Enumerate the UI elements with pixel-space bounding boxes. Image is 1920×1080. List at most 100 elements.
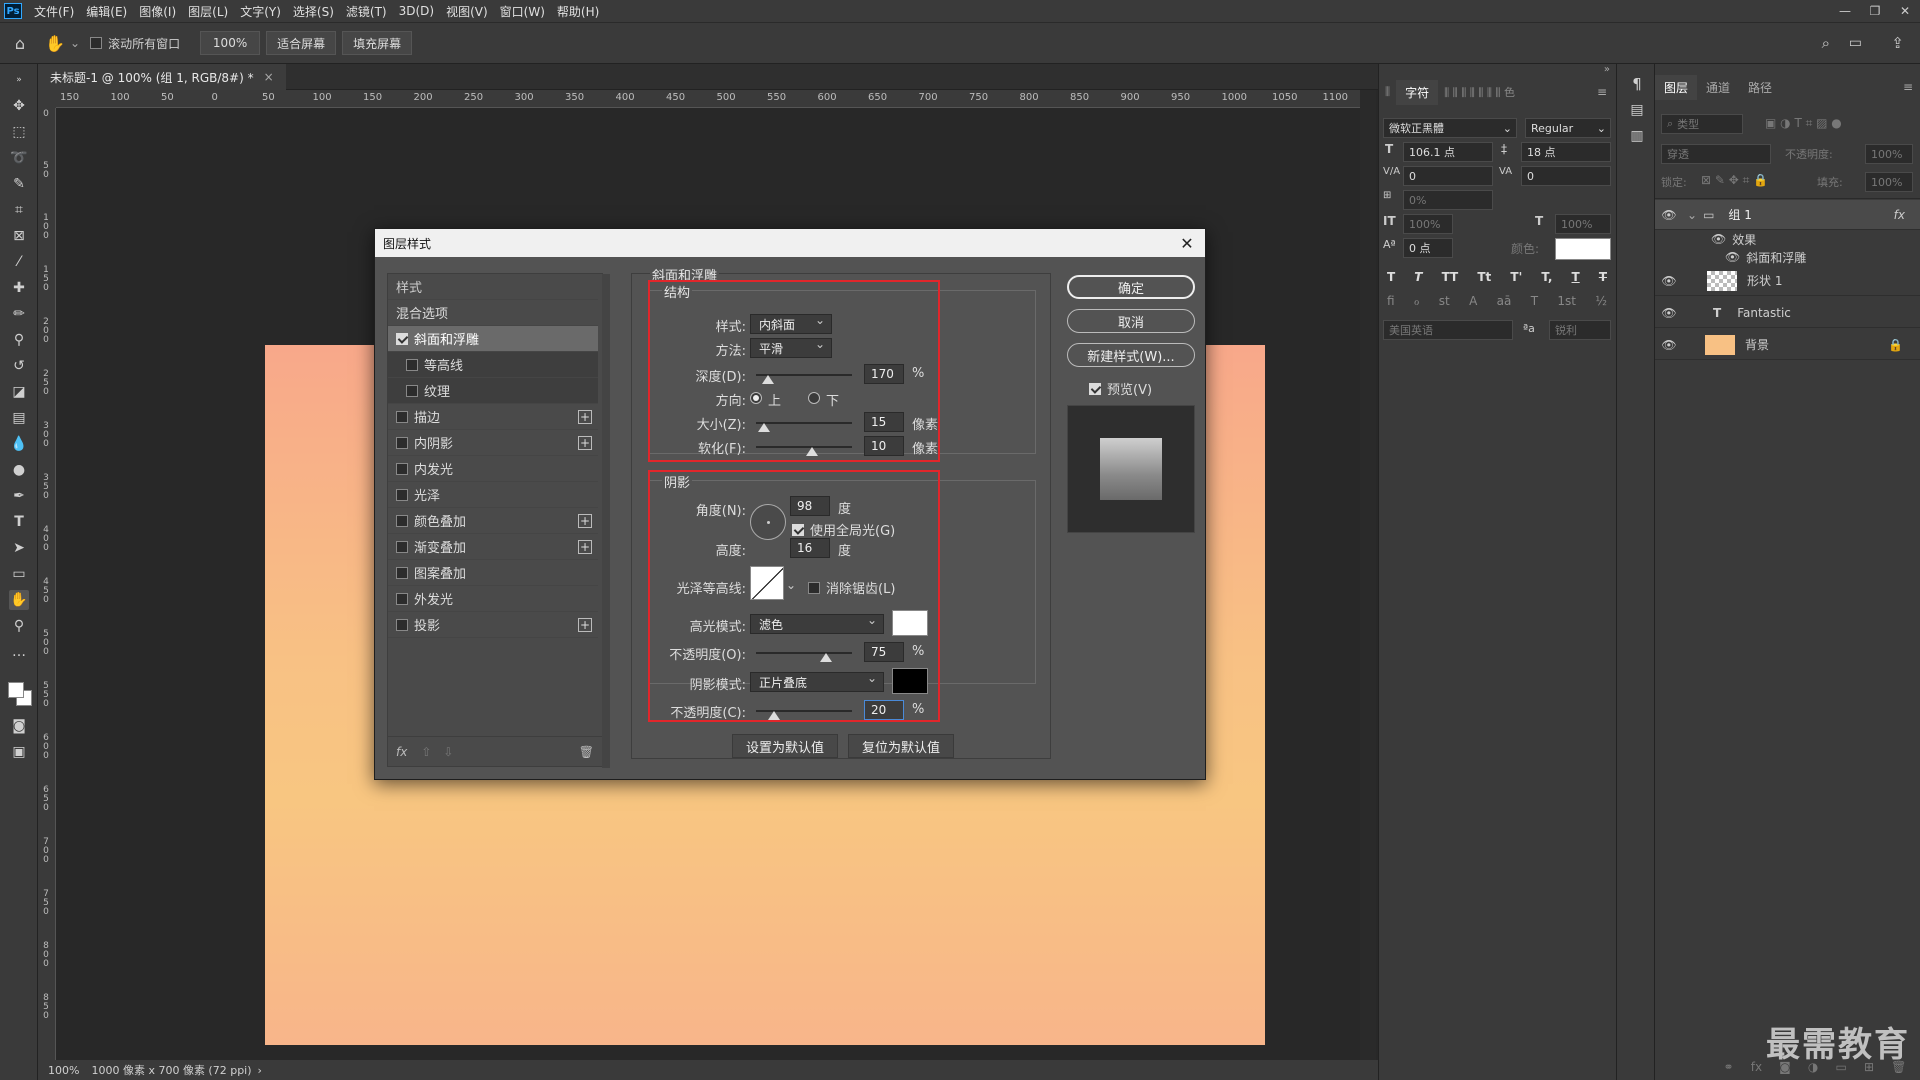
close-tab-icon[interactable]: × <box>264 70 274 84</box>
tracking-field[interactable]: 0 <box>1521 166 1611 186</box>
font-family-select[interactable]: 微软正黑體 ⌄ <box>1383 118 1517 138</box>
collapse-icon[interactable]: » <box>9 70 29 90</box>
workspace-icon[interactable]: ▭ <box>1849 35 1862 51</box>
swash-button[interactable]: A <box>1469 294 1477 308</box>
style-item-contour[interactable]: 等高线 <box>388 352 598 378</box>
paragraph-icon[interactable]: ¶ <box>1627 74 1647 94</box>
all-caps-button[interactable]: TT <box>1442 270 1459 284</box>
status-zoom[interactable]: 100% <box>48 1064 79 1077</box>
layer-row-text[interactable]: 👁 T Fantastic <box>1655 298 1920 328</box>
cancel-button[interactable]: 取消 <box>1067 309 1195 333</box>
checkbox-icon[interactable] <box>396 436 408 449</box>
trash-icon[interactable]: 🗑 <box>579 745 594 759</box>
menu-image[interactable]: 图像(I) <box>133 3 182 20</box>
marquee-tool-icon[interactable]: ⬚ <box>9 122 29 142</box>
chevron-down-icon[interactable]: ⌄ <box>1687 208 1697 222</box>
tab-channels[interactable]: 通道 <box>1697 75 1739 100</box>
effect-eye-icon[interactable]: 👁 <box>1725 250 1740 264</box>
style-item-color-overlay[interactable]: 颜色叠加 + <box>388 508 598 534</box>
checkbox-icon[interactable] <box>396 410 408 423</box>
link-icon[interactable]: ⚭ <box>1724 1060 1734 1074</box>
quick-select-tool-icon[interactable]: ✎ <box>9 174 29 194</box>
move-tool-icon[interactable]: ✥ <box>9 96 29 116</box>
faux-bold-button[interactable]: T <box>1387 270 1395 284</box>
horizontal-scale-field[interactable]: 100% <box>1555 214 1611 234</box>
menu-help[interactable]: 帮助(H) <box>551 3 605 20</box>
menu-edit[interactable]: 编辑(E) <box>80 3 133 20</box>
style-item-bevel[interactable]: 斜面和浮雕 <box>388 326 598 352</box>
add-effect-icon[interactable]: + <box>578 539 592 554</box>
font-size-field[interactable]: 106.1 点 <box>1403 142 1493 162</box>
foreground-color-swatch[interactable] <box>8 682 24 698</box>
add-effect-icon[interactable]: + <box>578 617 592 632</box>
style-item-texture[interactable]: 纹理 <box>388 378 598 404</box>
panel-expand-icon[interactable]: » <box>1604 64 1610 75</box>
small-caps-button[interactable]: Tt <box>1477 270 1491 284</box>
checkbox-icon[interactable] <box>396 514 408 527</box>
style-item-gradient-overlay[interactable]: 渐变叠加 + <box>388 534 598 560</box>
quick-mask-icon[interactable]: ◙ <box>9 716 29 736</box>
menu-view[interactable]: 视图(V) <box>440 3 494 20</box>
layer-row-shape[interactable]: 👁 形状 1 <box>1655 266 1920 296</box>
brush-tool-icon[interactable]: ✏ <box>9 304 29 324</box>
language-select[interactable]: 美国英语 <box>1383 320 1513 340</box>
checkbox-icon[interactable] <box>396 540 408 553</box>
other-panel-tab-icons[interactable]: ⫼ ⫼ ⫼ ⫼ ⫼ ⫼ ⫼ 色 <box>1438 84 1521 100</box>
style-item-inner-shadow[interactable]: 内阴影 + <box>388 430 598 456</box>
reset-default-button[interactable]: 复位为默认值 <box>848 734 954 758</box>
baseline-shift-field[interactable]: 0 点 <box>1403 238 1453 258</box>
blur-tool-icon[interactable]: 💧 <box>9 434 29 454</box>
fill-screen-button[interactable]: 填充屏幕 <box>342 31 413 55</box>
font-style-select[interactable]: Regular ⌄ <box>1525 118 1611 138</box>
style-list-scrollbar[interactable] <box>602 274 610 768</box>
eyedropper-tool-icon[interactable]: ⁄ <box>9 252 29 272</box>
superscript-button[interactable]: T' <box>1510 270 1522 284</box>
checkbox-icon[interactable] <box>396 618 408 631</box>
visibility-eye-icon[interactable]: 👁 <box>1655 274 1683 288</box>
healing-tool-icon[interactable]: ✚ <box>9 278 29 298</box>
style-item-inner-glow[interactable]: 内发光 <box>388 456 598 482</box>
discretionary-ligature-button[interactable]: st <box>1439 294 1450 308</box>
anti-alias-select[interactable]: 锐利 <box>1549 320 1611 340</box>
frame-tool-icon[interactable]: ⊠ <box>9 226 29 246</box>
checkbox-icon[interactable] <box>406 358 418 371</box>
menu-file[interactable]: 文件(F) <box>28 3 80 20</box>
ligature-button[interactable]: fi <box>1387 294 1395 308</box>
panel-menu-icon[interactable]: ≡ <box>1597 85 1607 99</box>
checkbox-icon[interactable] <box>406 384 418 397</box>
stamp-tool-icon[interactable]: ⚲ <box>9 330 29 350</box>
opacity-field[interactable]: 100% <box>1865 144 1913 164</box>
tool-preset-chevron-icon[interactable]: ⌄ <box>70 36 80 50</box>
layer-row-background[interactable]: 👁 背景 🔒 <box>1655 330 1920 360</box>
zoom-100-button[interactable]: 100% <box>200 31 261 55</box>
scale-field[interactable]: 0% <box>1403 190 1493 210</box>
visibility-eye-icon[interactable]: 👁 <box>1655 208 1683 222</box>
new-style-button[interactable]: 新建样式(W)... <box>1067 343 1195 367</box>
menu-window[interactable]: 窗口(W) <box>494 3 551 20</box>
ok-button[interactable]: 确定 <box>1067 275 1195 299</box>
gradient-tool-icon[interactable]: ▤ <box>9 408 29 428</box>
dialog-close-button[interactable]: ✕ <box>1177 233 1197 253</box>
effect-eye-icon[interactable]: 👁 <box>1711 232 1726 246</box>
layer-filter-select[interactable]: ⌕ 类型 <box>1661 114 1743 134</box>
style-item-drop-shadow[interactable]: 投影 + <box>388 612 598 638</box>
menu-3d[interactable]: 3D(D) <box>393 4 440 18</box>
filter-type-icons[interactable]: ▣ ◑ T ⌗ ▨ ● <box>1765 116 1842 131</box>
ordinals-button[interactable]: 1st <box>1557 294 1576 308</box>
restore-button[interactable]: ❐ <box>1860 0 1890 22</box>
dialog-titlebar[interactable]: 图层样式 ✕ <box>375 229 1205 257</box>
add-effect-icon[interactable]: + <box>578 435 592 450</box>
fit-screen-button[interactable]: 适合屏幕 <box>266 31 337 55</box>
style-item-stroke[interactable]: 描边 + <box>388 404 598 430</box>
style-item-outer-glow[interactable]: 外发光 <box>388 586 598 612</box>
move-down-icon[interactable]: ⇩ <box>443 745 453 759</box>
rectangle-tool-icon[interactable]: ▭ <box>9 564 29 584</box>
checkbox-icon[interactable] <box>396 488 408 501</box>
vertical-scale-field[interactable]: 100% <box>1403 214 1453 234</box>
vertical-scrollbar[interactable] <box>1360 90 1376 1060</box>
titling-button[interactable]: T <box>1531 294 1538 308</box>
glyphs-icon[interactable]: ▥ <box>1627 126 1647 146</box>
share-icon[interactable]: ⇪ <box>1891 34 1904 52</box>
text-color-swatch[interactable] <box>1555 238 1611 260</box>
dodge-tool-icon[interactable]: ● <box>9 460 29 480</box>
